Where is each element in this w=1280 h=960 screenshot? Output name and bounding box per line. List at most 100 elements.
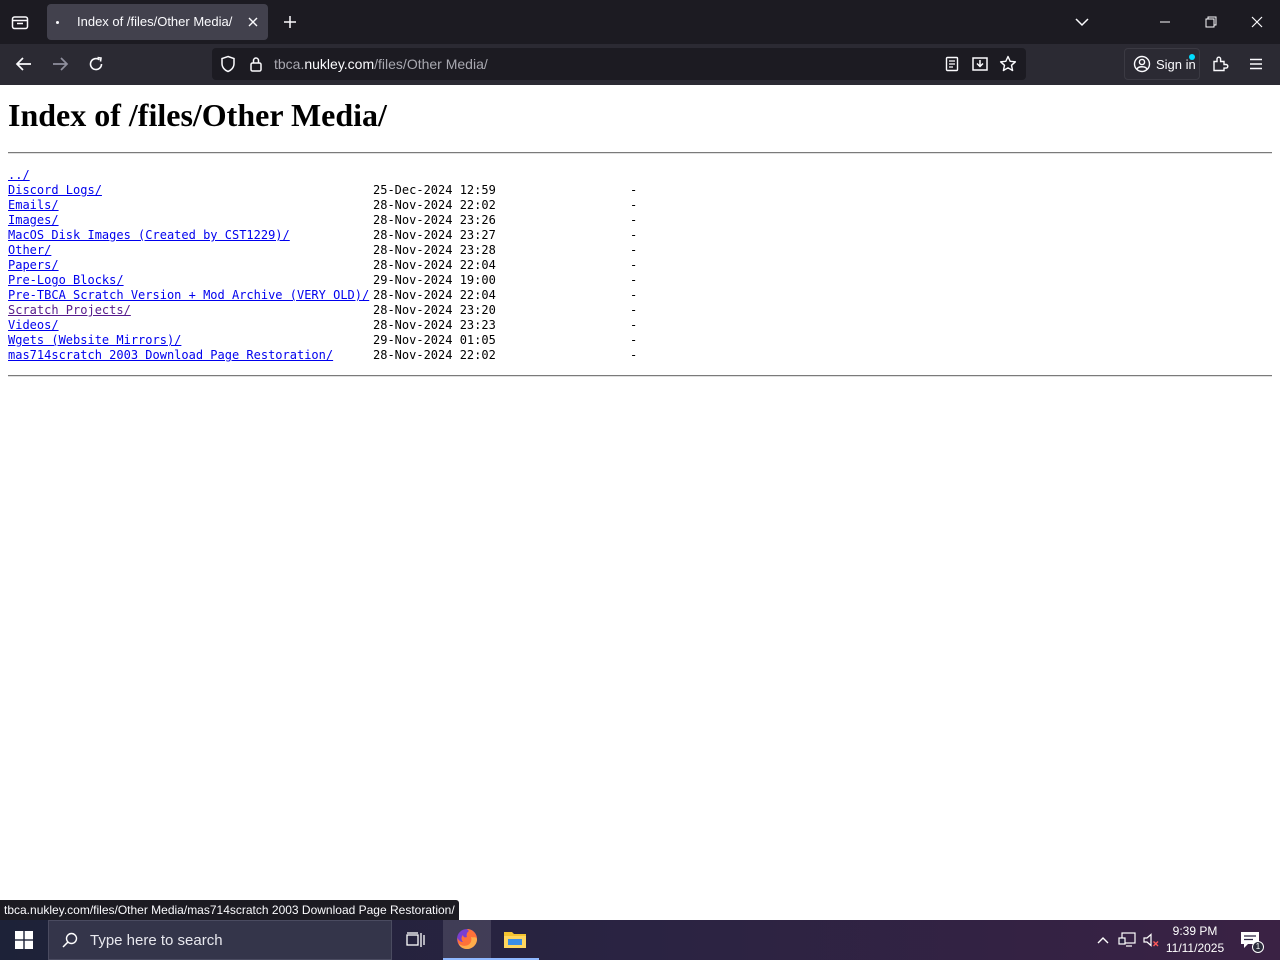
clock-time: 9:39 PM (1172, 924, 1218, 938)
minimize-icon[interactable] (1142, 0, 1188, 44)
lock-icon[interactable] (246, 54, 266, 74)
account-icon (1133, 55, 1151, 73)
modified-date: 28-Nov-2024 23:27 (373, 228, 496, 242)
taskbar-search-box[interactable]: Type here to search (48, 920, 392, 960)
list-item: Discord Logs/25-Dec-2024 12:59 - (8, 183, 708, 198)
list-item: ../ (8, 168, 708, 183)
tab-favicon-icon (56, 21, 59, 24)
modified-date: 28-Nov-2024 23:28 (373, 243, 496, 257)
reload-icon[interactable] (81, 49, 111, 79)
network-icon[interactable] (1117, 930, 1137, 950)
navigation-toolbar: tbca.nukley.com/files/Other Media/ Sign … (0, 44, 1280, 85)
notification-count-badge: 1 (1252, 941, 1264, 953)
list-item: Images/28-Nov-2024 23:26 - (8, 213, 708, 228)
search-icon (62, 932, 78, 948)
link-status-bar: tbca.nukley.com/files/Other Media/mas714… (0, 900, 459, 920)
directory-link[interactable]: MacOS Disk Images (Created by CST1229)/ (8, 228, 290, 243)
extensions-icon[interactable] (1205, 49, 1235, 79)
modified-date: 28-Nov-2024 23:26 (373, 213, 496, 227)
modified-date: 28-Nov-2024 22:04 (373, 258, 496, 272)
file-explorer-icon[interactable] (491, 920, 539, 960)
directory-link[interactable]: Other/ (8, 243, 51, 258)
directory-link[interactable]: Scratch Projects/ (8, 303, 131, 318)
speaker-muted-icon[interactable] (1141, 930, 1161, 950)
list-item: Pre-Logo Blocks/29-Nov-2024 19:00 - (8, 273, 708, 288)
taskbar: Type here to search 9:39 PM 11/11/2025 1 (0, 920, 1280, 960)
save-to-pocket-icon[interactable] (970, 54, 990, 74)
tab-strip: Index of /files/Other Media/ (0, 0, 1280, 44)
directory-link[interactable]: Emails/ (8, 198, 59, 213)
shield-icon[interactable] (218, 54, 238, 74)
list-item: Scratch Projects/28-Nov-2024 23:20 - (8, 303, 708, 318)
tab-list-icon[interactable] (4, 6, 36, 38)
reader-view-icon[interactable] (942, 54, 962, 74)
address-bar[interactable]: tbca.nukley.com/files/Other Media/ (212, 48, 1026, 80)
windows-logo-icon[interactable] (0, 920, 48, 960)
modified-date: 25-Dec-2024 12:59 (373, 183, 496, 197)
directory-link[interactable]: Wgets (Website Mirrors)/ (8, 333, 181, 348)
file-size: - (630, 348, 638, 362)
chevron-down-icon[interactable] (1068, 8, 1096, 36)
file-size: - (630, 258, 638, 272)
file-size: - (630, 273, 638, 287)
url-subdomain: tbca. (274, 56, 305, 72)
sync-badge (1189, 54, 1195, 60)
list-item: MacOS Disk Images (Created by CST1229)/ 2… (8, 228, 708, 243)
file-size: - (630, 213, 638, 227)
modified-date: 29-Nov-2024 01:05 (373, 333, 496, 347)
directory-link[interactable]: mas714scratch 2003 Download Page Restora… (8, 348, 333, 363)
directory-listing: ../ Discord Logs/25-Dec-2024 12:59- Email… (8, 168, 708, 363)
list-item: Emails/28-Nov-2024 22:02 - (8, 198, 708, 213)
file-size: - (630, 243, 638, 257)
file-size: - (630, 198, 638, 212)
modified-date: 28-Nov-2024 22:04 (373, 288, 496, 302)
modified-date: 28-Nov-2024 23:20 (373, 303, 496, 317)
directory-link[interactable]: Papers/ (8, 258, 59, 273)
clock-date: 11/11/2025 (1165, 941, 1225, 955)
file-size: - (630, 228, 638, 242)
close-icon[interactable] (243, 12, 263, 32)
directory-link[interactable]: Images/ (8, 213, 59, 228)
tab-title: Index of /files/Other Media/ (77, 14, 233, 29)
directory-link[interactable]: Discord Logs/ (8, 183, 102, 198)
plus-icon[interactable] (276, 8, 304, 36)
parent-directory-link[interactable]: ../ (8, 168, 30, 183)
list-item: Pre-TBCA Scratch Version + Mod Archive (… (8, 288, 708, 303)
search-placeholder: Type here to search (90, 931, 223, 949)
notification-icon[interactable]: 1 (1236, 926, 1264, 954)
hamburger-menu-icon[interactable] (1241, 49, 1271, 79)
directory-link[interactable]: Pre-TBCA Scratch Version + Mod Archive (… (8, 288, 369, 303)
file-size: - (630, 318, 638, 332)
sign-in-button[interactable]: Sign in (1124, 48, 1200, 80)
task-view-icon[interactable] (392, 920, 440, 960)
browser-tab[interactable]: Index of /files/Other Media/ (47, 4, 268, 40)
back-arrow-icon[interactable] (9, 49, 39, 79)
directory-link[interactable]: Videos/ (8, 318, 59, 333)
list-item: Papers/28-Nov-2024 22:04 - (8, 258, 708, 273)
file-size: - (630, 303, 638, 317)
modified-date: 29-Nov-2024 19:00 (373, 273, 496, 287)
page-title: Index of /files/Other Media/ (8, 97, 387, 133)
list-item: Wgets (Website Mirrors)/ 29-Nov-2024 01:0… (8, 333, 708, 348)
firefox-icon[interactable] (443, 920, 491, 960)
file-size: - (630, 333, 638, 347)
list-item: mas714scratch 2003 Download Page Restora… (8, 348, 708, 363)
modified-date: 28-Nov-2024 22:02 (373, 198, 496, 212)
url-text[interactable]: tbca.nukley.com/files/Other Media/ (274, 56, 488, 72)
bottom-divider (8, 375, 1272, 377)
url-domain: nukley.com (304, 56, 375, 72)
modified-date: 28-Nov-2024 23:23 (373, 318, 496, 332)
modified-date: 28-Nov-2024 22:02 (373, 348, 496, 362)
file-size: - (630, 183, 638, 197)
list-item: Videos/28-Nov-2024 23:23 - (8, 318, 708, 333)
forward-arrow-icon[interactable] (45, 49, 75, 79)
list-item: Other/28-Nov-2024 23:28 - (8, 243, 708, 258)
url-path: /files/Other Media/ (374, 56, 488, 72)
page-content: Index of /files/Other Media/ ../ Discord… (0, 85, 1280, 920)
system-clock[interactable]: 9:39 PM 11/11/2025 (1160, 923, 1230, 957)
directory-link[interactable]: Pre-Logo Blocks/ (8, 273, 124, 288)
close-window-icon[interactable] (1234, 0, 1280, 44)
restore-icon[interactable] (1188, 0, 1234, 44)
chevron-up-icon[interactable] (1093, 930, 1113, 950)
star-icon[interactable] (998, 54, 1018, 74)
